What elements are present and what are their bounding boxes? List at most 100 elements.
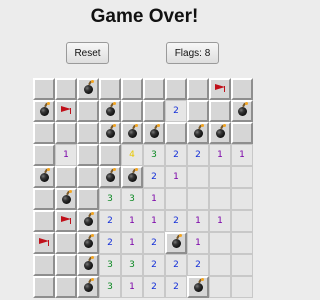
number-cell[interactable]: 1 bbox=[55, 144, 77, 166]
closed-cell[interactable] bbox=[33, 276, 55, 298]
mine-cell[interactable] bbox=[121, 166, 143, 188]
flagged-cell[interactable] bbox=[55, 210, 77, 232]
number-cell[interactable]: 2 bbox=[143, 254, 165, 276]
number-cell[interactable]: 2 bbox=[143, 276, 165, 298]
number-cell[interactable]: 1 bbox=[231, 144, 253, 166]
closed-cell[interactable] bbox=[231, 78, 253, 100]
mine-cell[interactable] bbox=[55, 188, 77, 210]
empty-cell[interactable] bbox=[231, 166, 253, 188]
closed-cell[interactable] bbox=[187, 78, 209, 100]
number-cell[interactable]: 3 bbox=[121, 188, 143, 210]
number-cell[interactable]: 2 bbox=[187, 144, 209, 166]
number-cell[interactable]: 3 bbox=[99, 276, 121, 298]
number-cell[interactable]: 4 bbox=[121, 144, 143, 166]
number-cell[interactable]: 1 bbox=[121, 232, 143, 254]
empty-cell[interactable] bbox=[231, 232, 253, 254]
number-cell[interactable]: 1 bbox=[209, 210, 231, 232]
closed-cell[interactable] bbox=[121, 100, 143, 122]
mine-cell[interactable] bbox=[33, 166, 55, 188]
mine-cell[interactable] bbox=[99, 122, 121, 144]
flagged-cell[interactable] bbox=[209, 78, 231, 100]
mine-cell[interactable] bbox=[77, 210, 99, 232]
mine-cell[interactable] bbox=[77, 276, 99, 298]
mine-cell[interactable] bbox=[143, 122, 165, 144]
closed-cell[interactable] bbox=[143, 78, 165, 100]
empty-cell[interactable] bbox=[231, 254, 253, 276]
number-cell[interactable]: 1 bbox=[187, 210, 209, 232]
closed-cell[interactable] bbox=[33, 188, 55, 210]
number-cell[interactable]: 2 bbox=[165, 100, 187, 122]
closed-cell[interactable] bbox=[55, 122, 77, 144]
number-cell[interactable]: 3 bbox=[99, 188, 121, 210]
closed-cell[interactable] bbox=[187, 100, 209, 122]
empty-cell[interactable] bbox=[231, 210, 253, 232]
mine-cell[interactable] bbox=[77, 78, 99, 100]
mine-cell[interactable] bbox=[231, 100, 253, 122]
flagged-cell[interactable] bbox=[33, 232, 55, 254]
empty-cell[interactable] bbox=[209, 166, 231, 188]
number-cell[interactable]: 2 bbox=[165, 254, 187, 276]
closed-cell[interactable] bbox=[33, 210, 55, 232]
closed-cell[interactable] bbox=[231, 122, 253, 144]
empty-cell[interactable] bbox=[231, 188, 253, 210]
closed-cell[interactable] bbox=[33, 122, 55, 144]
number-cell[interactable]: 1 bbox=[209, 144, 231, 166]
mine-cell[interactable] bbox=[209, 122, 231, 144]
empty-cell[interactable] bbox=[187, 166, 209, 188]
closed-cell[interactable] bbox=[55, 254, 77, 276]
empty-cell[interactable] bbox=[187, 188, 209, 210]
mine-cell[interactable] bbox=[121, 122, 143, 144]
number-cell[interactable]: 2 bbox=[165, 276, 187, 298]
number-cell[interactable]: 2 bbox=[143, 166, 165, 188]
number-cell[interactable]: 1 bbox=[143, 188, 165, 210]
reset-button[interactable]: Reset bbox=[66, 42, 109, 64]
number-cell[interactable]: 3 bbox=[121, 254, 143, 276]
mine-cell[interactable] bbox=[165, 232, 187, 254]
closed-cell[interactable] bbox=[77, 100, 99, 122]
mine-cell[interactable] bbox=[187, 276, 209, 298]
number-cell[interactable]: 3 bbox=[143, 144, 165, 166]
number-cell[interactable]: 1 bbox=[121, 210, 143, 232]
mine-cell[interactable] bbox=[33, 100, 55, 122]
flagged-cell[interactable] bbox=[55, 100, 77, 122]
number-cell[interactable]: 3 bbox=[99, 254, 121, 276]
number-cell[interactable]: 2 bbox=[99, 210, 121, 232]
closed-cell[interactable] bbox=[165, 122, 187, 144]
number-cell[interactable]: 2 bbox=[187, 254, 209, 276]
mine-cell[interactable] bbox=[99, 100, 121, 122]
closed-cell[interactable] bbox=[55, 232, 77, 254]
closed-cell[interactable] bbox=[33, 78, 55, 100]
empty-cell[interactable] bbox=[209, 232, 231, 254]
mine-cell[interactable] bbox=[99, 166, 121, 188]
closed-cell[interactable] bbox=[77, 144, 99, 166]
closed-cell[interactable] bbox=[143, 100, 165, 122]
empty-cell[interactable] bbox=[209, 254, 231, 276]
closed-cell[interactable] bbox=[99, 78, 121, 100]
number-cell[interactable]: 2 bbox=[99, 232, 121, 254]
empty-cell[interactable] bbox=[231, 276, 253, 298]
number-cell[interactable]: 2 bbox=[165, 210, 187, 232]
closed-cell[interactable] bbox=[55, 78, 77, 100]
number-cell[interactable]: 2 bbox=[165, 144, 187, 166]
number-cell[interactable]: 1 bbox=[143, 210, 165, 232]
closed-cell[interactable] bbox=[55, 166, 77, 188]
closed-cell[interactable] bbox=[209, 100, 231, 122]
closed-cell[interactable] bbox=[121, 78, 143, 100]
closed-cell[interactable] bbox=[77, 188, 99, 210]
flags-counter-button[interactable]: Flags: 8 bbox=[166, 42, 219, 64]
empty-cell[interactable] bbox=[209, 188, 231, 210]
empty-cell[interactable] bbox=[165, 188, 187, 210]
number-cell[interactable]: 1 bbox=[187, 232, 209, 254]
closed-cell[interactable] bbox=[99, 144, 121, 166]
closed-cell[interactable] bbox=[77, 166, 99, 188]
mine-cell[interactable] bbox=[77, 232, 99, 254]
mine-cell[interactable] bbox=[77, 254, 99, 276]
closed-cell[interactable] bbox=[165, 78, 187, 100]
mine-cell[interactable] bbox=[187, 122, 209, 144]
closed-cell[interactable] bbox=[33, 144, 55, 166]
number-cell[interactable]: 1 bbox=[121, 276, 143, 298]
closed-cell[interactable] bbox=[33, 254, 55, 276]
number-cell[interactable]: 2 bbox=[143, 232, 165, 254]
empty-cell[interactable] bbox=[209, 276, 231, 298]
number-cell[interactable]: 1 bbox=[165, 166, 187, 188]
